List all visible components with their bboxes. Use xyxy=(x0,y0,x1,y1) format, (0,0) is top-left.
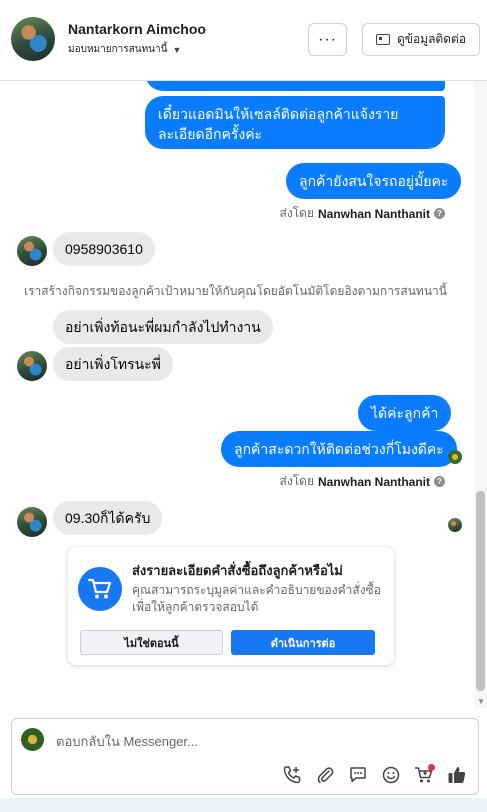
sender-name[interactable]: Nanwhan Nanthanit xyxy=(318,207,430,221)
more-icon: ··· xyxy=(318,30,337,48)
message-thread[interactable]: เดี๋ยวแอดมินให้เซลล์ติดต่อลูกค้าแจ้งรายล… xyxy=(0,81,487,708)
call-icon[interactable] xyxy=(281,764,303,786)
conversation-header: Nantarkorn Aimchoo มอบหมายการสนทนานี้ ▼ … xyxy=(0,0,487,81)
scroll-down-icon[interactable]: ▼ xyxy=(477,697,485,706)
help-icon[interactable]: ? xyxy=(434,208,445,219)
more-options-button[interactable]: ··· xyxy=(308,23,347,56)
view-contact-info-label: ดูข้อมูลติดต่อ xyxy=(396,32,467,46)
saved-reply-icon[interactable] xyxy=(347,764,369,786)
reply-input[interactable] xyxy=(56,734,436,749)
seen-indicator-avatar xyxy=(448,450,462,464)
cart-icon xyxy=(78,567,122,611)
caret-down-icon: ▼ xyxy=(172,44,182,55)
bottom-strip xyxy=(0,798,487,812)
message-text: 0958903610 xyxy=(65,241,143,257)
message-bubble-incoming[interactable]: 0958903610 xyxy=(53,232,155,266)
message-bubble-outgoing[interactable]: ลูกค้ายังสนใจรถอยู่มั้ยคะ xyxy=(286,163,462,199)
help-icon[interactable]: ? xyxy=(434,476,445,487)
message-text: เดี๋ยวแอดมินให้เซลล์ติดต่อลูกค้าแจ้งรายล… xyxy=(158,106,399,142)
contact-avatar-small[interactable] xyxy=(17,507,47,537)
page-avatar xyxy=(21,728,44,751)
contact-avatar-small[interactable] xyxy=(17,351,47,381)
view-contact-info-button[interactable]: ดูข้อมูลติดต่อ xyxy=(362,23,480,56)
message-bubble-incoming[interactable]: 09.30ก็ได้ครับ xyxy=(53,501,163,535)
scrollbar-thumb[interactable] xyxy=(476,491,485,691)
assign-conversation-dropdown[interactable]: มอบหมายการสนทนานี้ ▼ xyxy=(68,42,181,57)
sent-by-prefix: ส่งโดย xyxy=(279,206,314,220)
order-details-prompt: ส่งรายละเอียดคำสั่งซื้อถึงลูกค้าหรือไม่ … xyxy=(68,547,394,665)
composer-toolbar xyxy=(281,764,468,786)
message-text: 09.30ก็ได้ครับ xyxy=(65,510,151,526)
message-bubble-incoming[interactable]: อย่าเพิ่งโทรนะพี่ xyxy=(53,347,173,381)
assign-label: มอบหมายการสนทนานี้ xyxy=(68,44,168,55)
contact-card-icon xyxy=(375,34,390,45)
like-icon[interactable] xyxy=(446,764,468,786)
contact-name[interactable]: Nantarkorn Aimchoo xyxy=(68,21,206,37)
order-prompt-description: คุณสามารถระบุมูลค่าและคำอธิบายของคำสั่งซ… xyxy=(132,583,381,614)
message-bubble-outgoing[interactable]: เดี๋ยวแอดมินให้เซลล์ติดต่อลูกค้าแจ้งรายล… xyxy=(145,96,445,149)
reply-composer[interactable] xyxy=(11,718,479,795)
sent-by-prefix: ส่งโดย xyxy=(279,474,314,488)
notification-dot xyxy=(428,764,435,771)
message-text: ได้ค่ะลูกค้า xyxy=(371,405,439,421)
contact-avatar[interactable] xyxy=(11,17,55,61)
composer-area xyxy=(0,708,487,798)
message-bubble-outgoing[interactable]: ได้ค่ะลูกค้า xyxy=(358,395,452,431)
message-bubble-outgoing[interactable]: ลูกค้าสะดวกให้ติดต่อช่วงกี่โมงดีคะ xyxy=(221,431,457,467)
message-text: ลูกค้าสะดวกให้ติดต่อช่วงกี่โมงดีคะ xyxy=(234,441,444,457)
sent-by-label: ส่งโดย Nanwhan Nanthanit ? xyxy=(280,472,445,491)
message-bubble-incoming[interactable]: อย่าเพิ่งท้อนะพี่ผมกำลังไปทำงาน xyxy=(53,310,273,344)
not-now-button[interactable]: ไม่ใช่ตอนนี้ xyxy=(80,630,223,655)
order-prompt-title: ส่งรายละเอียดคำสั่งซื้อถึงลูกค้าหรือไม่ xyxy=(132,563,343,578)
seen-indicator-avatar xyxy=(448,518,462,532)
message-text: อย่าเพิ่งโทรนะพี่ xyxy=(65,356,161,372)
system-notice: เราสร้างกิจกรรมของลูกค้าเป้าหมายให้กับคุ… xyxy=(24,284,447,298)
attach-icon[interactable] xyxy=(314,764,336,786)
message-text: อย่าเพิ่งท้อนะพี่ผมกำลังไปทำงาน xyxy=(65,319,261,335)
message-text: ลูกค้ายังสนใจรถอยู่มั้ยคะ xyxy=(299,173,449,189)
message-bubble-outgoing[interactable] xyxy=(145,81,445,91)
cart-icon[interactable] xyxy=(413,764,435,786)
sent-by-label: ส่งโดย Nanwhan Nanthanit ? xyxy=(280,204,445,223)
sender-name[interactable]: Nanwhan Nanthanit xyxy=(318,475,430,489)
continue-button[interactable]: ดำเนินการต่อ xyxy=(231,630,375,655)
emoji-icon[interactable] xyxy=(380,764,402,786)
chat-scrollbar[interactable]: ▼ xyxy=(474,81,487,708)
contact-avatar-small[interactable] xyxy=(17,236,47,266)
